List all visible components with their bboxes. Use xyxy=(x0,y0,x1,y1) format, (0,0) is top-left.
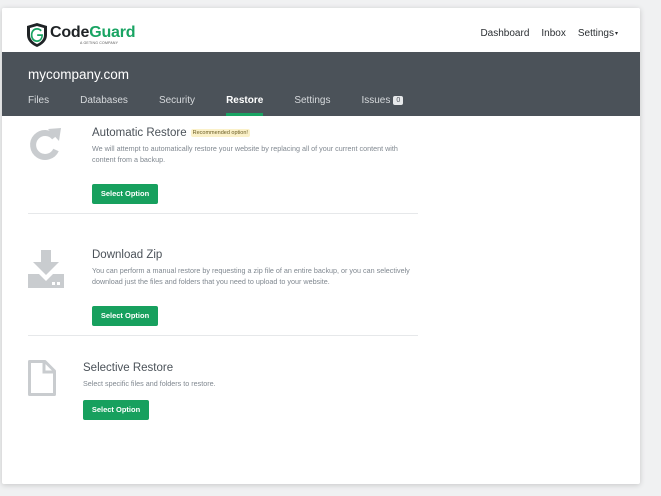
tab-issues-label: Issues xyxy=(361,95,391,106)
file-icon xyxy=(28,360,56,396)
refresh-icon xyxy=(30,128,61,160)
selective-restore-option: Selective Restore Select specific files … xyxy=(28,356,418,436)
brand-name: CodeGuard xyxy=(50,23,136,41)
nav-inbox-link[interactable]: Inbox xyxy=(541,28,565,39)
tab-issues[interactable]: Issues 0 xyxy=(361,95,404,116)
tab-databases[interactable]: Databases xyxy=(80,95,128,116)
top-navigation: Dashboard Inbox Settings▾ xyxy=(480,28,618,39)
download-zip-description: You can perform a manual restore by requ… xyxy=(92,266,410,286)
site-header: mycompany.com Files Databases Security R… xyxy=(2,52,640,116)
tab-files[interactable]: Files xyxy=(28,95,49,116)
app-window: CodeGuard A GETING COMPANY Dashboard Inb… xyxy=(2,8,640,484)
recommended-badge: Recommended option! xyxy=(190,129,250,137)
automatic-restore-description: We will attempt to automatically restore… xyxy=(92,144,398,164)
codeguard-logo[interactable]: CodeGuard A GETING COMPANY xyxy=(27,22,136,48)
nav-dashboard-link[interactable]: Dashboard xyxy=(480,28,529,39)
option-title: Automatic Restore Recommended option! xyxy=(92,127,250,139)
shield-logo-icon xyxy=(27,23,47,47)
download-zip-select-button[interactable]: Select Option xyxy=(92,306,158,326)
brand-tagline: A GETING COMPANY xyxy=(80,40,119,45)
automatic-restore-select-button[interactable]: Select Option xyxy=(92,184,158,204)
download-icon xyxy=(28,250,64,288)
chevron-down-icon: ▾ xyxy=(614,31,618,37)
automatic-restore-title: Automatic Restore xyxy=(92,127,187,139)
divider xyxy=(28,213,418,214)
tab-settings[interactable]: Settings xyxy=(294,95,330,116)
selective-restore-description: Select specific files and folders to res… xyxy=(83,379,216,388)
selective-restore-title: Selective Restore xyxy=(83,362,174,374)
top-header: CodeGuard A GETING COMPANY Dashboard Inb… xyxy=(2,8,640,52)
tab-restore[interactable]: Restore xyxy=(226,95,264,116)
download-zip-title: Download Zip xyxy=(92,249,163,261)
automatic-restore-option: Automatic Restore Recommended option! We … xyxy=(28,120,418,210)
download-zip-option: Download Zip You can perform a manual re… xyxy=(28,242,418,332)
nav-settings-menu[interactable]: Settings▾ xyxy=(578,28,618,39)
issues-count-badge: 0 xyxy=(393,96,404,105)
selective-restore-select-button[interactable]: Select Option xyxy=(83,400,149,420)
nav-settings-label: Settings xyxy=(577,28,614,39)
tab-security[interactable]: Security xyxy=(159,95,195,116)
site-title: mycompany.com xyxy=(28,67,130,82)
site-tabs: Files Databases Security Restore Setting… xyxy=(28,95,434,116)
divider xyxy=(28,335,418,336)
